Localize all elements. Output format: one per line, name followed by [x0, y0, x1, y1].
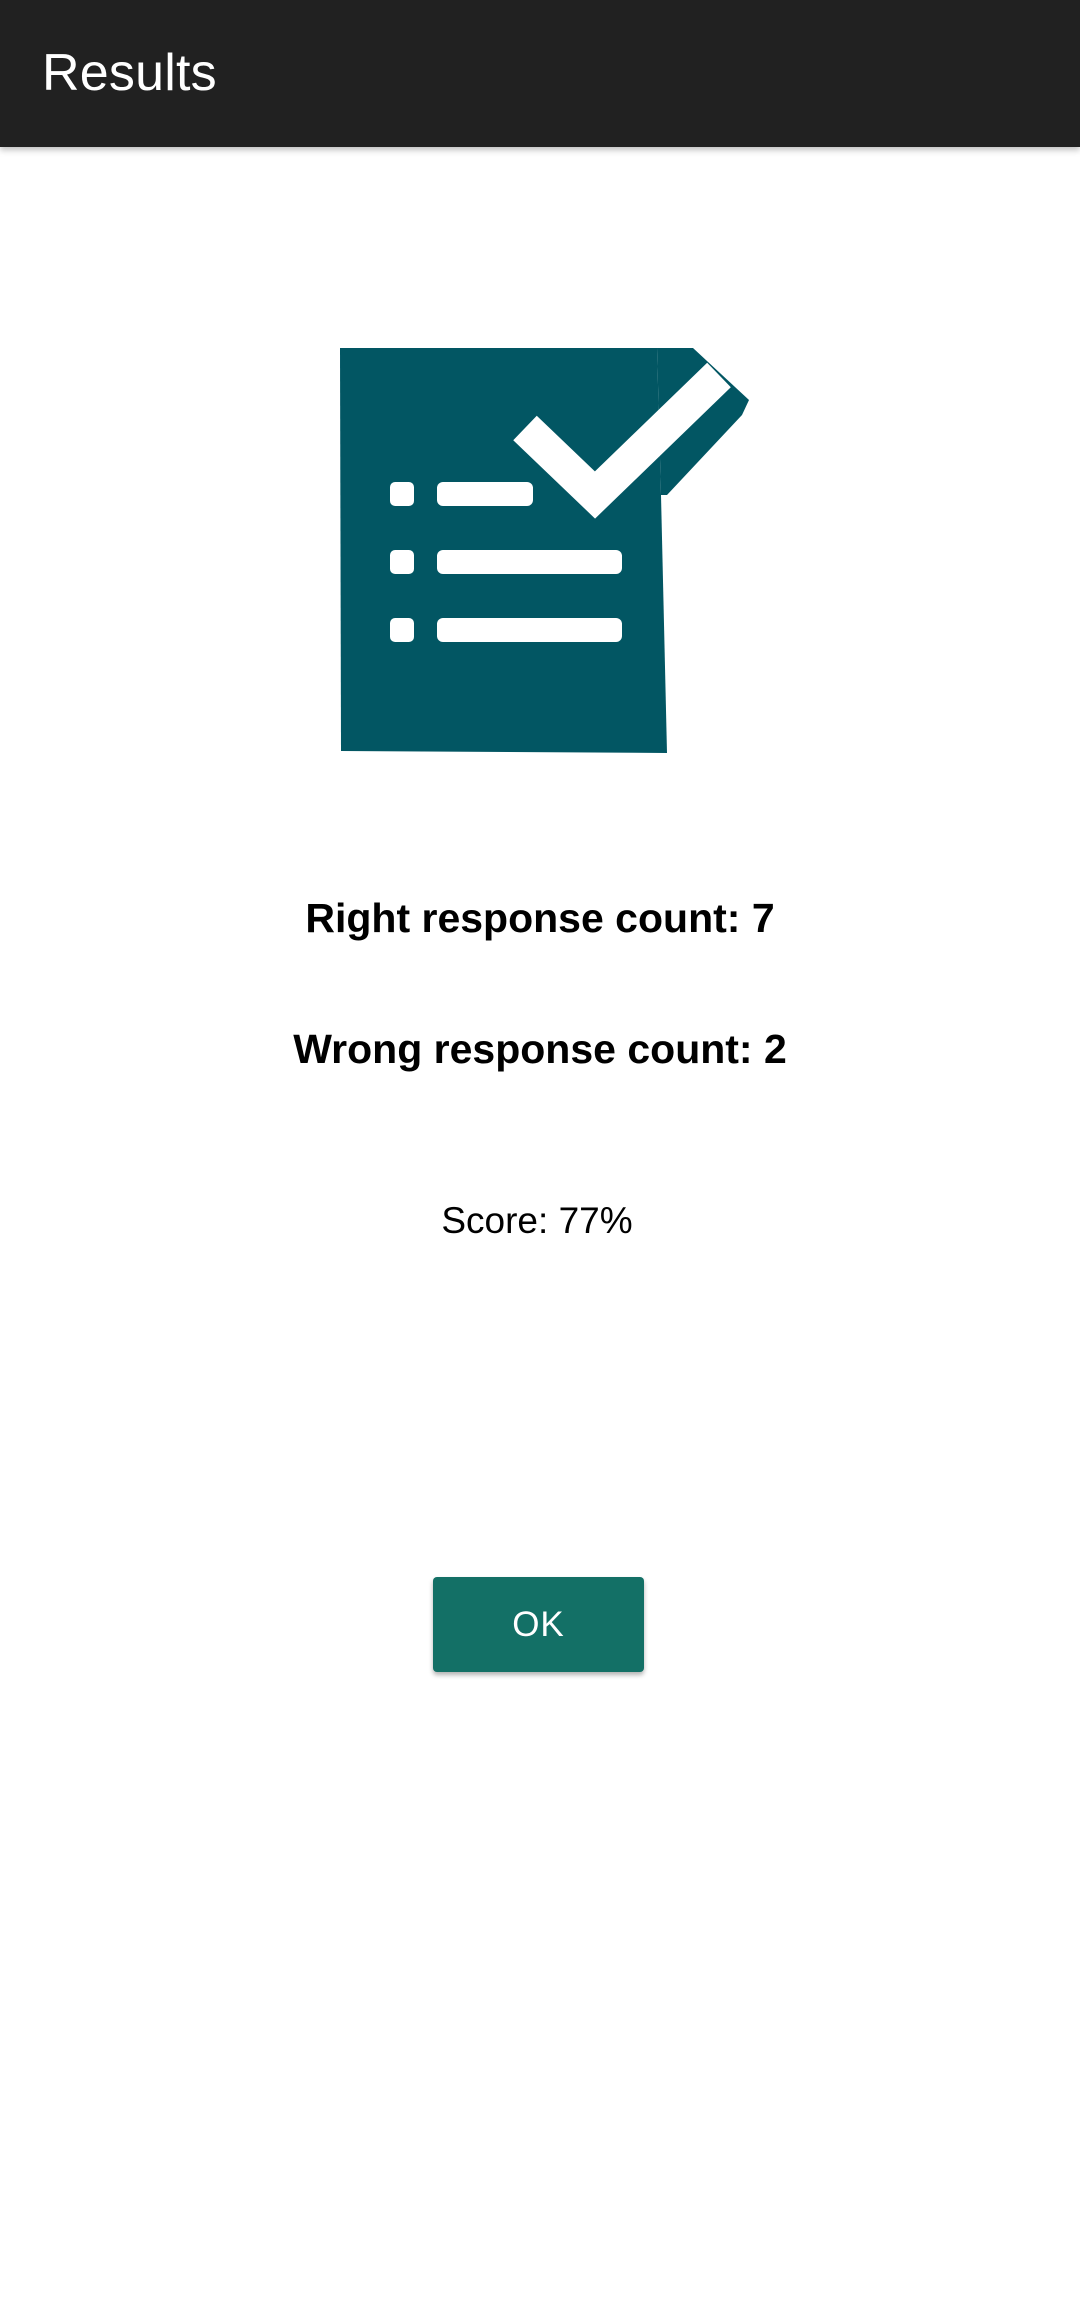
app-bar: Results: [0, 0, 1080, 147]
page-title: Results: [42, 44, 217, 102]
wrong-response-count: Wrong response count: 2: [293, 1026, 787, 1072]
right-response-count: Right response count: 7: [305, 895, 775, 941]
ok-button[interactable]: OK: [433, 1577, 644, 1672]
checklist-document-icon: [340, 348, 749, 753]
results-screen: Results Right response count: 7 Wrong re…: [0, 0, 1080, 2312]
score-text: Score: 77%: [441, 1200, 633, 1241]
